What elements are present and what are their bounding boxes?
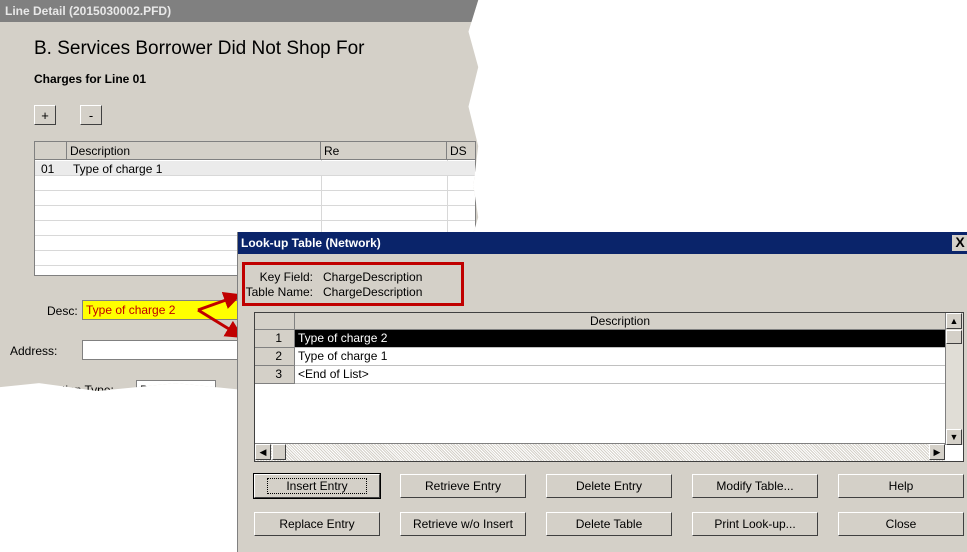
grid-corner [35, 142, 67, 160]
table-row[interactable]: 3 <End of List> [255, 366, 945, 384]
horizontal-scrollbar[interactable]: ◀ ▶ [255, 443, 945, 461]
lookup-table-window: Look-up Table (Network) X Key Field: Cha… [237, 232, 967, 552]
desc-label: Desc: [47, 304, 78, 318]
table-row[interactable] [35, 206, 475, 221]
lookup-title: Look-up Table (Network) [238, 232, 967, 254]
column-header-re[interactable]: Re [321, 142, 447, 160]
row-text: Type of charge 1 [295, 348, 945, 366]
close-icon[interactable]: X [952, 235, 967, 251]
column-header-description[interactable]: Description [295, 313, 945, 330]
calculation-type-select[interactable]: Basic [136, 380, 216, 395]
insert-entry-label: Insert Entry [267, 478, 367, 494]
table-row[interactable]: 2 Type of charge 1 [255, 348, 945, 366]
charges-subheading: Charges for Line 01 [34, 72, 147, 86]
row-description: Type of charge 1 [73, 162, 163, 176]
vertical-scrollbar[interactable]: ▲ ▼ [945, 313, 963, 445]
key-info-highlight: Key Field: ChargeDescription Table Name:… [242, 262, 464, 306]
insert-entry-button[interactable]: Insert Entry [253, 473, 381, 499]
delete-entry-button[interactable]: Delete Entry [546, 474, 672, 498]
close-button[interactable]: Close [838, 512, 964, 536]
table-name-label: Table Name: [245, 285, 313, 299]
row-text: <End of List> [295, 366, 945, 384]
scroll-right-icon[interactable]: ▶ [929, 444, 945, 460]
scroll-up-icon[interactable]: ▲ [946, 313, 962, 329]
address-label: Address: [10, 344, 58, 358]
calculation-type-label: Calculation Type: [22, 383, 114, 397]
print-lookup-button[interactable]: Print Look-up... [692, 512, 818, 536]
retrieve-without-insert-button[interactable]: Retrieve w/o Insert [400, 512, 526, 536]
replace-entry-button[interactable]: Replace Entry [254, 512, 380, 536]
lookup-grid[interactable]: Description 1 Type of charge 2 2 Type of… [254, 312, 964, 462]
scroll-thumb[interactable] [272, 444, 286, 460]
row-number: 1 [255, 330, 295, 348]
add-charge-button[interactable]: + [34, 105, 56, 125]
scroll-left-icon[interactable]: ◀ [255, 444, 271, 460]
column-header-ds[interactable]: DS [447, 142, 475, 160]
row-number: 01 [41, 162, 55, 176]
column-header-description[interactable]: Description [67, 142, 321, 160]
arrow-to-key-field [197, 291, 242, 312]
retrieve-entry-button[interactable]: Retrieve Entry [400, 474, 526, 498]
line-detail-title: Line Detail (2015030002.PFD) [0, 0, 479, 22]
arrow-to-first-entry [197, 308, 244, 339]
table-row[interactable]: 1 Type of charge 2 [255, 330, 945, 348]
key-field-value: ChargeDescription [323, 270, 423, 284]
modify-table-button[interactable]: Modify Table... [692, 474, 818, 498]
table-name-value: ChargeDescription [323, 285, 423, 299]
section-heading: B. Services Borrower Did Not Shop For [34, 38, 365, 59]
scroll-down-icon[interactable]: ▼ [946, 429, 962, 445]
help-button[interactable]: Help [838, 474, 964, 498]
delete-table-button[interactable]: Delete Table [546, 512, 672, 536]
row-number: 2 [255, 348, 295, 366]
table-row[interactable] [35, 191, 475, 206]
table-row[interactable]: 01 Type of charge 1 [35, 161, 475, 176]
grid-corner [255, 313, 295, 330]
remove-charge-button[interactable]: - [80, 105, 102, 125]
row-number: 3 [255, 366, 295, 384]
scroll-thumb[interactable] [946, 330, 962, 344]
row-text: Type of charge 2 [295, 330, 945, 348]
table-row[interactable] [35, 176, 475, 191]
key-field-label: Key Field: [259, 270, 313, 284]
